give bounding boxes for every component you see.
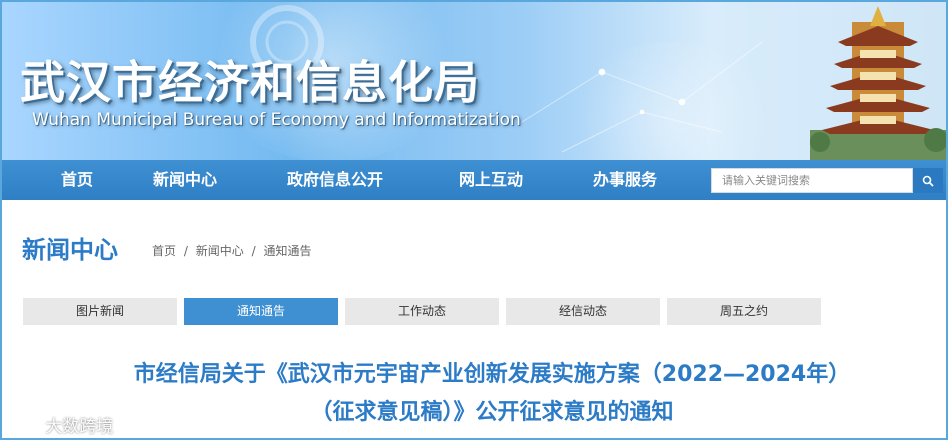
main-nav: 首页 新闻中心 政府信息公开 网上互动 办事服务 [2, 160, 946, 200]
tab-work-updates[interactable]: 工作动态 [345, 298, 499, 325]
nav-online-interaction[interactable]: 网上互动 [459, 160, 523, 200]
breadcrumb-home[interactable]: 首页 [152, 244, 176, 258]
page-frame: 武汉市经济和信息化局 Wuhan Municipal Bureau of Eco… [0, 0, 948, 440]
breadcrumb-separator: / [251, 244, 256, 258]
article-title-line1: 市经信局关于《武汉市元宇宙产业创新发展实施方案（2022—2024年） [133, 362, 851, 387]
breadcrumb-news-center[interactable]: 新闻中心 [196, 244, 244, 258]
watermark-text: 大数跨境 [45, 417, 114, 437]
breadcrumb-separator: / [183, 244, 188, 258]
tab-economy-info-updates[interactable]: 经信动态 [506, 298, 660, 325]
site-subtitle: Wuhan Municipal Bureau of Economy and In… [32, 110, 521, 130]
search-input[interactable] [712, 170, 912, 191]
search-icon [922, 175, 934, 187]
search-box [711, 168, 913, 193]
nav-services[interactable]: 办事服务 [593, 160, 657, 200]
breadcrumb: 首页 / 新闻中心 / 通知通告 [150, 242, 313, 259]
yellow-crane-tower-icon [810, 6, 946, 160]
nav-gov-info[interactable]: 政府信息公开 [287, 160, 383, 200]
tab-friday-meeting[interactable]: 周五之约 [667, 298, 821, 325]
nav-home[interactable]: 首页 [61, 160, 93, 200]
breadcrumb-current: 通知通告 [263, 244, 312, 258]
site-banner: 武汉市经济和信息化局 Wuhan Municipal Bureau of Eco… [2, 2, 946, 160]
watermark-logo-icon [11, 420, 36, 434]
article-title[interactable]: 市经信局关于《武汉市元宇宙产业创新发展实施方案（2022—2024年） （征求意… [62, 356, 922, 432]
nav-news-center[interactable]: 新闻中心 [153, 160, 217, 200]
tab-picture-news[interactable]: 图片新闻 [23, 298, 177, 325]
search-button[interactable] [913, 168, 943, 193]
tab-notices[interactable]: 通知通告 [184, 298, 338, 325]
page-title: 新闻中心 [22, 236, 118, 264]
article-title-line2: （征求意见稿）》公开征求意见的通知 [310, 400, 674, 425]
watermark: 大数跨境 [10, 412, 113, 437]
site-title: 武汉市经济和信息化局 [20, 56, 481, 109]
